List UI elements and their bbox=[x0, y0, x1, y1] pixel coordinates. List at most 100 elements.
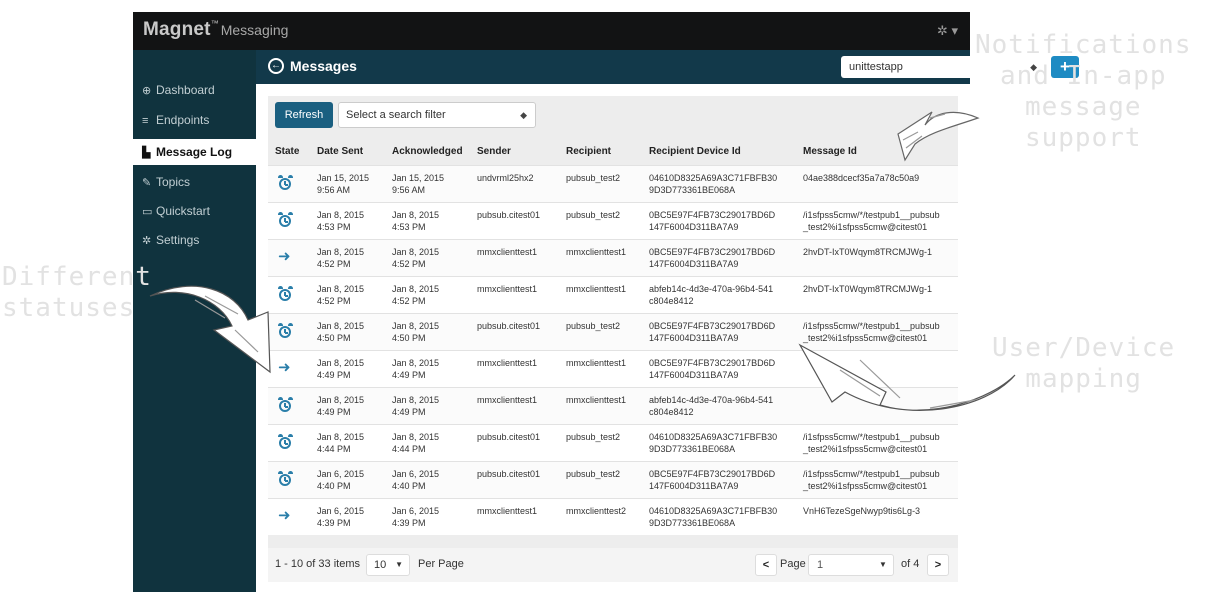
date-sent-cell-line: 4:53 PM bbox=[317, 222, 351, 232]
page-size-value: 10 bbox=[374, 559, 387, 571]
table-row[interactable]: ➜ Jan 8, 2015 4:52 PM Jan 8, 2015 4:52 PM mmx… bbox=[268, 239, 958, 276]
device-id-cell-line: 04610D8325A69A3C71FBFB30 bbox=[649, 506, 778, 516]
acknowledged-cell: Jan 8, 2015 4:49 PM bbox=[392, 394, 439, 418]
table-row[interactable]: Jan 8, 2015 4:52 PM Jan 8, 2015 4:52 PM mmxc… bbox=[268, 276, 958, 313]
sender-cell: mmxclienttest1 bbox=[477, 395, 538, 405]
table-row[interactable]: Jan 6, 2015 4:40 PM Jan 6, 2015 4:40 PM pubs… bbox=[268, 461, 958, 498]
device-id-cell-line: abfeb14c-4d3e-470a-96b4-541 bbox=[649, 395, 774, 405]
updown-caret-icon: ◆ bbox=[520, 110, 527, 120]
sender-cell: mmxclienttest1 bbox=[477, 506, 538, 516]
sidebar-item-dashboard[interactable]: ⊕ Dashboard bbox=[133, 77, 256, 103]
brand-logo: Magnet™ Messaging bbox=[143, 19, 288, 41]
annotation-line: and In-app bbox=[999, 61, 1167, 91]
date-sent-cell-line: 4:39 PM bbox=[317, 518, 351, 528]
circle-arrow-left-icon[interactable]: ← bbox=[268, 58, 284, 74]
sidebar-item-settings[interactable]: ✲ Settings bbox=[133, 227, 256, 253]
sidebar-item-topics[interactable]: ✎ Topics bbox=[133, 169, 256, 195]
column-header[interactable]: Recipient bbox=[566, 138, 611, 165]
acknowledged-cell-line: Jan 8, 2015 bbox=[392, 395, 440, 405]
device-id-cell-line: 147F6004D311BA7A9 bbox=[649, 370, 739, 380]
refresh-button[interactable]: Refresh bbox=[275, 102, 333, 128]
column-header[interactable]: Acknowledged bbox=[392, 138, 463, 165]
magnet-messaging-app: Magnet™ Messaging ✲ ▾ ⊕ Dashboard ≡ Endpoint… bbox=[133, 12, 1079, 592]
device-id-cell-line: 0BC5E97F4FB73C29017BD6D bbox=[649, 210, 776, 220]
sidebar-item-message-log[interactable]: ▙ Message Log bbox=[133, 139, 256, 165]
alarm-clock-icon bbox=[278, 323, 294, 339]
sidebar-item-endpoints[interactable]: ≡ Endpoints bbox=[133, 107, 256, 133]
date-sent-cell-line: Jan 6, 2015 bbox=[317, 506, 365, 516]
acknowledged-cell-line: 4:52 PM bbox=[392, 259, 426, 269]
device-id-cell-line: 04610D8325A69A3C71FBFB30 bbox=[649, 432, 778, 442]
date-sent-cell-line: Jan 8, 2015 bbox=[317, 358, 365, 368]
date-sent-cell-line: Jan 8, 2015 bbox=[317, 210, 365, 220]
column-header[interactable]: Message Id bbox=[803, 138, 857, 165]
app-selector-value: unittestapp bbox=[849, 61, 903, 73]
sender-cell: pubsub.citest01 bbox=[477, 321, 541, 331]
sender-cell: mmxclienttest1 bbox=[477, 358, 538, 368]
date-sent-cell: Jan 6, 2015 4:40 PM bbox=[317, 468, 364, 492]
annotation-line: message bbox=[1024, 92, 1142, 122]
recipient-cell: pubsub_test2 bbox=[566, 173, 621, 183]
table-header: State Date Sent Acknowledged Sender Recipien… bbox=[268, 138, 958, 165]
date-sent-cell-line: 4:49 PM bbox=[317, 407, 351, 417]
sender-cell: mmxclienttest1 bbox=[477, 247, 538, 257]
recipient-cell: mmxclienttest1 bbox=[566, 284, 627, 294]
date-sent-cell-line: Jan 6, 2015 bbox=[317, 469, 365, 479]
acknowledged-cell-line: 4:49 PM bbox=[392, 407, 426, 417]
annotation-line: support bbox=[1024, 123, 1142, 153]
date-sent-cell-line: Jan 8, 2015 bbox=[317, 395, 365, 405]
date-sent-cell-line: Jan 8, 2015 bbox=[317, 432, 365, 442]
chevron-down-icon[interactable]: ▼ bbox=[872, 554, 894, 576]
acknowledged-cell: Jan 8, 2015 4:49 PM bbox=[392, 357, 439, 381]
device-id-cell-line: 147F6004D311BA7A9 bbox=[649, 481, 739, 491]
date-sent-cell: Jan 6, 2015 4:39 PM bbox=[317, 505, 364, 529]
edit-icon: ✎ bbox=[142, 177, 152, 189]
acknowledged-cell-line: Jan 8, 2015 bbox=[392, 358, 440, 368]
device-id-cell: 0BC5E97F4FB73C29017BD6D 147F6004D311BA7A9 bbox=[649, 357, 775, 381]
table-row[interactable]: Jan 15, 2015 9:56 AM Jan 15, 2015 9:56 AM un… bbox=[268, 165, 958, 202]
sidebar-item-label: Endpoints bbox=[156, 113, 210, 127]
table-row[interactable]: ➜ Jan 6, 2015 4:39 PM Jan 6, 2015 4:39 PM mmx… bbox=[268, 498, 958, 535]
acknowledged-cell-line: 4:50 PM bbox=[392, 333, 426, 343]
table-row[interactable]: Jan 8, 2015 4:53 PM Jan 8, 2015 4:53 PM pubs… bbox=[268, 202, 958, 239]
acknowledged-cell: Jan 15, 2015 9:56 AM bbox=[392, 172, 444, 196]
acknowledged-cell-line: Jan 15, 2015 bbox=[392, 173, 445, 183]
message-id-cell-line: /i1sfpss5cmw/*/testpub1__pubsub bbox=[803, 432, 940, 442]
date-sent-cell: Jan 8, 2015 4:44 PM bbox=[317, 431, 364, 455]
gear-icon[interactable]: ✲ ▾ bbox=[937, 23, 958, 39]
annotation-line: User/Device bbox=[992, 333, 1176, 363]
search-filter-select[interactable]: Select a search filter ◆ bbox=[338, 102, 536, 128]
device-id-cell: 0BC5E97F4FB73C29017BD6D 147F6004D311BA7A9 bbox=[649, 468, 775, 492]
date-sent-cell: Jan 8, 2015 4:52 PM bbox=[317, 246, 364, 270]
date-sent-cell-line: 4:49 PM bbox=[317, 370, 351, 380]
column-header[interactable]: State bbox=[275, 138, 299, 165]
recipient-cell: mmxclienttest1 bbox=[566, 247, 627, 257]
message-id-cell-line: VnH6TezeSgeNwyp9tis6Lg-3 bbox=[803, 506, 921, 516]
date-sent-cell: Jan 8, 2015 4:52 PM bbox=[317, 283, 364, 307]
device-id-cell: 04610D8325A69A3C71FBFB30 9D3D773361BE068A bbox=[649, 172, 777, 196]
column-header[interactable]: Date Sent bbox=[317, 138, 363, 165]
column-header[interactable]: Recipient Device Id bbox=[649, 138, 741, 165]
acknowledged-cell-line: Jan 8, 2015 bbox=[392, 284, 440, 294]
recipient-cell: pubsub_test2 bbox=[566, 469, 621, 479]
device-id-cell: 0BC5E97F4FB73C29017BD6D 147F6004D311BA7A9 bbox=[649, 246, 775, 270]
acknowledged-cell-line: Jan 8, 2015 bbox=[392, 247, 440, 257]
arrow-right-icon: ➜ bbox=[278, 359, 291, 376]
message-id-cell-line: 2hvDT-IxT0Wqym8TRCMJWg-1 bbox=[803, 247, 933, 257]
table-row[interactable]: Jan 8, 2015 4:44 PM Jan 8, 2015 4:44 PM pubs… bbox=[268, 424, 958, 461]
date-sent-cell: Jan 8, 2015 4:53 PM bbox=[317, 209, 364, 233]
column-header[interactable]: Sender bbox=[477, 138, 511, 165]
date-sent-cell: Jan 8, 2015 4:49 PM bbox=[317, 394, 364, 418]
table-row[interactable]: Jan 8, 2015 4:50 PM Jan 8, 2015 4:50 PM pubs… bbox=[268, 313, 958, 350]
chevron-right-icon[interactable]: > bbox=[927, 554, 949, 576]
message-id-cell-line: _test2%i1sfpss5cmw@citest01 bbox=[803, 444, 928, 454]
chevron-left-icon[interactable]: < bbox=[755, 554, 777, 576]
message-id-cell-line: 04ae388dcecf35a7a78c50a9 bbox=[803, 173, 920, 183]
device-id-cell-line: c804e8412 bbox=[649, 296, 694, 306]
sidebar-item-quickstart[interactable]: ▭ Quickstart bbox=[133, 198, 256, 224]
table-row[interactable]: ➜ Jan 8, 2015 4:49 PM Jan 8, 2015 4:49 PM mmx… bbox=[268, 350, 958, 387]
pagination-bar: 1 - 10 of 33 items 10 ▼ Per Page < Page … bbox=[268, 548, 958, 582]
device-id-cell: 0BC5E97F4FB73C29017BD6D 147F6004D311BA7A9 bbox=[649, 320, 775, 344]
page-size-select[interactable]: 10 ▼ bbox=[366, 554, 410, 576]
table-row[interactable]: Jan 8, 2015 4:49 PM Jan 8, 2015 4:49 PM mmxc… bbox=[268, 387, 958, 424]
